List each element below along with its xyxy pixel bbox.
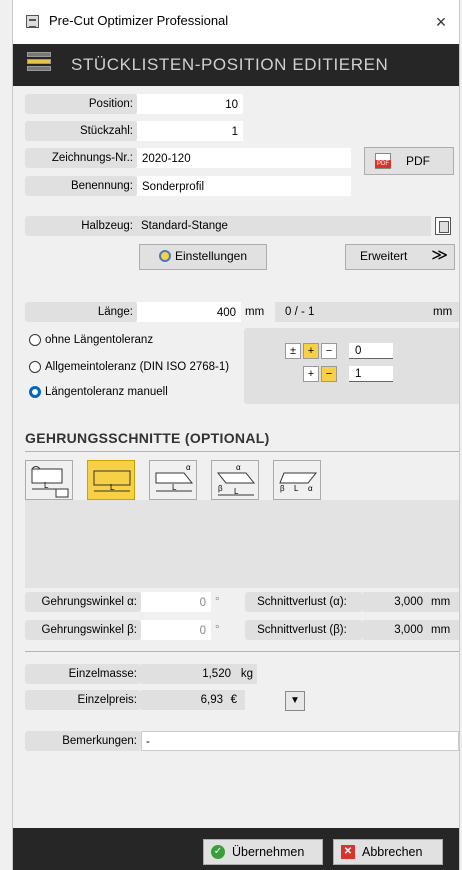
svg-text:β: β: [280, 484, 285, 493]
miter-section-title: GEHRUNGSSCHNITTE (OPTIONAL): [25, 430, 270, 446]
length-unit: mm: [245, 306, 265, 318]
checkmark-icon: ✓: [211, 845, 225, 859]
cancel-icon: ✕: [341, 845, 355, 859]
svg-text:L: L: [234, 487, 239, 496]
unit-mass-value: 1,520: [202, 668, 231, 680]
svg-text:L: L: [172, 483, 177, 492]
cut-loss-beta-label: Schnittverlust (β):: [245, 620, 363, 640]
stock-value: Standard-Stange: [137, 216, 431, 236]
svg-text:L: L: [44, 481, 49, 490]
bom-icon: [27, 52, 51, 78]
miter-option-beta-alpha[interactable]: βLα: [273, 460, 321, 500]
stock-label: Halbzeug:: [25, 216, 137, 236]
svg-text:α: α: [308, 484, 313, 493]
remarks-label: Bemerkungen:: [25, 731, 141, 751]
svg-text:β: β: [218, 484, 223, 493]
alpha-beta-cut-icon: α β L: [216, 463, 256, 496]
length-label: Länge:: [25, 302, 137, 322]
svg-text:α: α: [186, 463, 191, 472]
miter-alpha-unit: °: [215, 596, 220, 608]
miter-beta-input[interactable]: 0: [141, 620, 211, 640]
cut-loss-alpha-value: 3,000: [363, 592, 427, 612]
unit-price-row: 6,93 €: [141, 690, 245, 710]
plus-button[interactable]: +: [303, 343, 319, 359]
minus-button[interactable]: −: [321, 343, 337, 359]
dialog-footer: ✓ Übernehmen ✕ Abbrechen: [13, 828, 459, 870]
beta-alpha-cut-icon: βLα: [279, 472, 318, 493]
radio-label: ohne Längentoleranz: [45, 334, 154, 346]
pdf-button-label: PDF: [406, 154, 430, 168]
plus-minus-button[interactable]: ±: [285, 343, 301, 359]
dialog-window: Pre-Cut Optimizer Professional × STÜCKLI…: [12, 0, 460, 870]
miter-alpha-label: Gehrungswinkel α:: [25, 592, 141, 612]
cancel-button[interactable]: ✕ Abbrechen: [333, 839, 443, 865]
settings-button-label: Einstellungen: [174, 249, 248, 263]
radio-dot: [29, 386, 41, 398]
unit-mass-row: 1,520 kg: [141, 664, 257, 684]
settings-icon: [158, 250, 171, 262]
remarks-input[interactable]: -: [141, 731, 459, 751]
name-input[interactable]: Sonderprofil: [137, 176, 351, 196]
miter-option-alpha-beta[interactable]: α β L: [211, 460, 259, 500]
count-label: Stückzahl:: [25, 121, 137, 141]
cancel-button-label: Abbrechen: [362, 845, 423, 859]
pdf-button[interactable]: PDF: [364, 147, 454, 175]
cut-loss-alpha-unit: mm: [427, 592, 459, 612]
miter-option-straight[interactable]: L: [87, 460, 135, 500]
currency-dropdown[interactable]: ▼: [285, 691, 305, 711]
svg-text:α: α: [236, 463, 241, 472]
length-input[interactable]: 400: [137, 302, 241, 322]
lower-tolerance-input[interactable]: 1: [349, 366, 393, 382]
drawing-number-label: Zeichnungs-Nr.:: [25, 148, 137, 168]
straight-cut-list-icon: L: [31, 466, 69, 498]
copy-icon[interactable]: [435, 217, 451, 235]
dialog-title: STÜCKLISTEN-POSITION EDITIEREN: [71, 55, 389, 74]
cut-loss-alpha-label: Schnittverlust (α):: [245, 592, 363, 612]
upper-tolerance-input[interactable]: 0: [349, 343, 393, 359]
section-divider: [25, 451, 459, 452]
radio-label: Längentoleranz manuell: [45, 386, 168, 398]
miter-option-straight-list[interactable]: L: [25, 460, 73, 500]
unit-mass-unit: kg: [240, 668, 253, 680]
close-button[interactable]: ×: [423, 8, 459, 36]
miter-beta-unit: °: [215, 624, 220, 636]
position-label: Position:: [25, 94, 137, 114]
unit-price-value: 6,93: [200, 694, 223, 706]
ok-button[interactable]: ✓ Übernehmen: [203, 839, 323, 865]
settings-button[interactable]: Einstellungen: [139, 244, 267, 270]
name-label: Benennung:: [25, 176, 137, 196]
radio-label: Allgemeintoleranz (DIN ISO 2768-1): [45, 361, 230, 373]
position-input[interactable]: 10: [137, 94, 243, 114]
currency-unit: €: [230, 694, 237, 706]
radio-dot: [29, 334, 41, 346]
cut-loss-beta-value: 3,000: [363, 620, 427, 640]
svg-text:L: L: [294, 484, 299, 493]
unit-mass-label: Einzelmasse:: [25, 664, 141, 684]
svg-text:L: L: [110, 483, 115, 492]
title-bar: Pre-Cut Optimizer Professional ×: [13, 0, 459, 44]
advanced-button-label: Erweitert: [360, 249, 408, 263]
tolerance-unit: mm: [433, 306, 453, 318]
unit-price-label: Einzelpreis:: [25, 690, 141, 710]
ok-button-label: Übernehmen: [232, 845, 305, 859]
plus-button-lower[interactable]: +: [303, 366, 319, 382]
alpha-cut-icon: αL: [155, 463, 194, 492]
pdf-icon: [375, 153, 391, 169]
count-input[interactable]: 1: [137, 121, 243, 141]
miter-beta-label: Gehrungswinkel β:: [25, 620, 141, 640]
miter-preview-area: [25, 500, 459, 588]
dialog-header: STÜCKLISTEN-POSITION EDITIEREN: [13, 44, 459, 86]
radio-dot: [29, 361, 41, 373]
cut-loss-beta-unit: mm: [427, 620, 459, 640]
miter-option-alpha[interactable]: αL: [149, 460, 197, 500]
straight-cut-icon: L: [93, 470, 131, 492]
divider: [25, 651, 459, 652]
drawing-number-input[interactable]: 2020-120: [137, 148, 351, 168]
app-icon: [26, 15, 39, 28]
miter-alpha-input[interactable]: 0: [141, 592, 211, 612]
minus-button-lower[interactable]: −: [321, 366, 337, 382]
advanced-button[interactable]: Erweitert ≫: [345, 244, 455, 270]
window-title: Pre-Cut Optimizer Professional: [49, 13, 229, 28]
double-chevron-right-icon: ≫: [431, 247, 448, 264]
